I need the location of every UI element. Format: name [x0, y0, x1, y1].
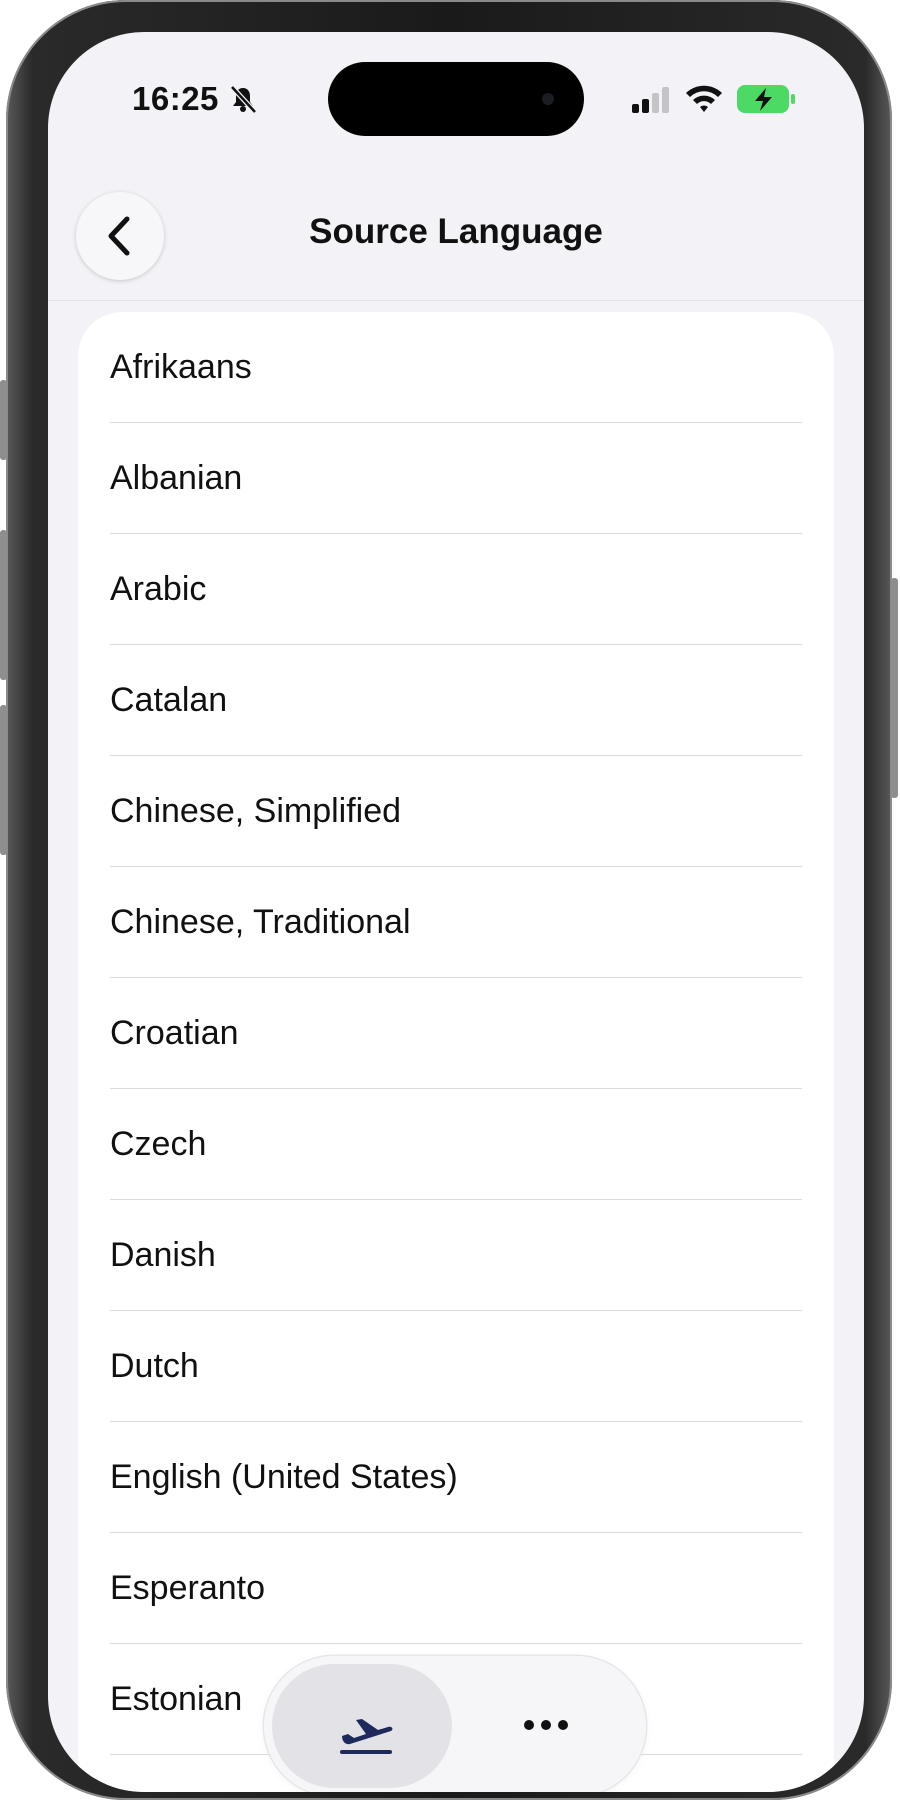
- status-bar: 16:25: [48, 32, 864, 152]
- list-item-croatian[interactable]: Croatian: [78, 978, 834, 1089]
- list-item-label: Arabic: [110, 570, 207, 608]
- volume-up-button: [0, 530, 7, 680]
- dynamic-island: [328, 62, 584, 136]
- power-button: [891, 578, 898, 798]
- list-item-esperanto[interactable]: Esperanto: [78, 1533, 834, 1644]
- navigation-bar: Source Language: [48, 152, 864, 301]
- list-item-label: Chinese, Simplified: [110, 792, 402, 830]
- list-item-afrikaans[interactable]: Afrikaans: [78, 312, 834, 423]
- page-title: Source Language: [309, 212, 603, 251]
- volume-down-button: [0, 705, 7, 855]
- airplane-takeoff-icon: [340, 1719, 393, 1754]
- list-item-english-us[interactable]: English (United States): [78, 1422, 834, 1533]
- screen: 16:25 Source Language Afrikaans Albanian…: [48, 32, 864, 1792]
- list-item-label: Czech: [110, 1125, 207, 1163]
- more-icon[interactable]: [522, 1718, 570, 1732]
- bell-slash-icon: [230, 85, 257, 114]
- bottom-tab-bar: [264, 1656, 646, 1792]
- cellular-signal-icon: [632, 87, 669, 113]
- list-item-label: Dutch: [110, 1347, 199, 1385]
- list-item-catalan[interactable]: Catalan: [78, 645, 834, 756]
- battery-charging-icon: [737, 85, 795, 113]
- list-item-albanian[interactable]: Albanian: [78, 423, 834, 534]
- list-item-label: Albanian: [110, 459, 243, 497]
- list-item-label: Croatian: [110, 1014, 239, 1052]
- list-item-label: Chinese, Traditional: [110, 903, 411, 941]
- action-button: [0, 380, 7, 460]
- list-item-chinese-traditional[interactable]: Chinese, Traditional: [78, 867, 834, 978]
- list-item-danish[interactable]: Danish: [78, 1200, 834, 1311]
- list-item-label: Estonian: [110, 1680, 243, 1718]
- list-item-dutch[interactable]: Dutch: [78, 1311, 834, 1422]
- list-item-chinese-simplified[interactable]: Chinese, Simplified: [78, 756, 834, 867]
- status-time: 16:25: [132, 80, 219, 117]
- list-item-label: Esperanto: [110, 1569, 265, 1607]
- tab-flights[interactable]: [272, 1664, 452, 1788]
- list-item-label: Catalan: [110, 681, 228, 719]
- phone-frame: 16:25 Source Language Afrikaans Albanian…: [0, 0, 898, 1800]
- language-list: Afrikaans Albanian Arabic Catalan Chines…: [78, 312, 834, 1792]
- list-item-label: Danish: [110, 1236, 216, 1274]
- list-item-arabic[interactable]: Arabic: [78, 534, 834, 645]
- list-item-label: English (United States): [110, 1458, 458, 1496]
- list-item-czech[interactable]: Czech: [78, 1089, 834, 1200]
- wifi-icon: [686, 85, 722, 112]
- camera-dot: [542, 93, 554, 105]
- list-item-label: Afrikaans: [110, 348, 252, 386]
